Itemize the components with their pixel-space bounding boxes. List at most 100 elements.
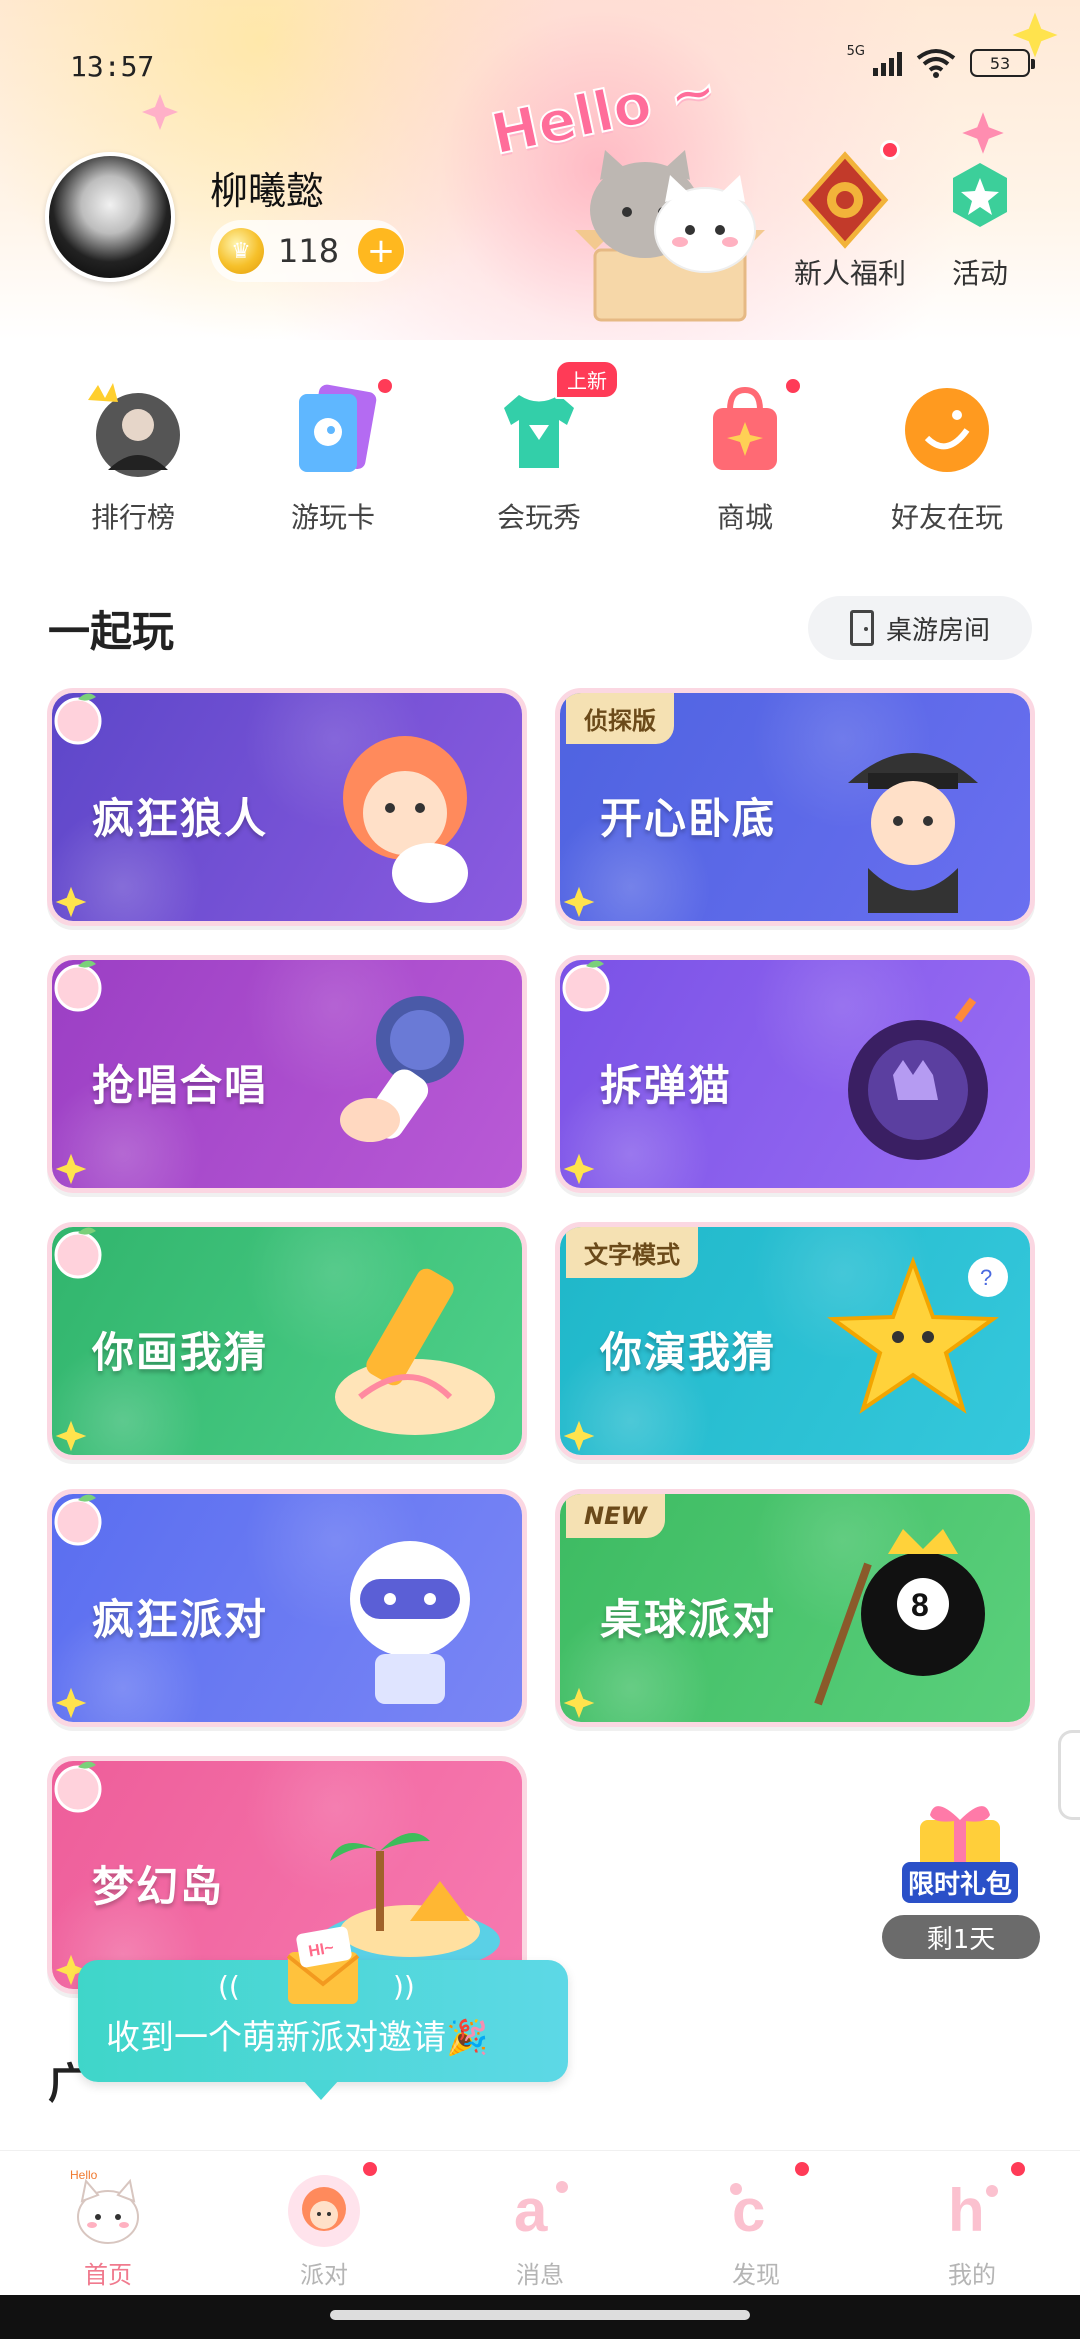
star-icon [563,1687,595,1719]
game-card[interactable]: 疯狂狼人 [47,688,527,926]
game-art-icon: 8 [814,1529,985,1706]
newbie-welfare-icon[interactable] [800,150,890,260]
game-card[interactable]: 开心卧底 侦探版 [555,688,1035,926]
game-title: 疯狂派对 [92,1595,269,1644]
avatar[interactable] [45,152,175,282]
tab-party[interactable]: 派对 [216,2151,432,2295]
tab-profile[interactable]: h 我的 [864,2151,1080,2295]
home-cat-icon: Hello [70,2169,139,2244]
play-card-red-dot [375,376,395,396]
game-title: 拆弹猫 [600,1061,733,1110]
game-title: 你演我猜 [600,1328,777,1377]
game-tag: NEW [566,1494,665,1538]
shortcut-label: 会玩秀 [496,501,581,534]
game-tag: 侦探版 [566,693,674,744]
discover-red-dot [792,2159,812,2179]
party-avatar-icon [288,2175,360,2247]
status-time: 13:57 [70,50,155,83]
limited-gift-label[interactable]: 限时礼包 [902,1862,1019,1903]
door-icon [849,610,874,646]
game-art-icon [340,996,464,1142]
game-title: 开心卧底 [600,794,777,843]
side-drawer-handle[interactable] [1058,1730,1080,1820]
game-title: 抢唱合唱 [92,1061,269,1110]
game-art-icon [343,736,468,903]
game-art-icon: ? [827,1256,1008,1414]
coin-amount: 118 [278,232,340,270]
discover-c-icon: c [730,2177,765,2244]
game-card[interactable]: 拆弹猫 [555,955,1035,1193]
svg-text:h: h [948,2177,985,2244]
welfare-label: 新人福利 [793,257,906,290]
sound-wave-icon: (( [218,1970,240,2003]
shortcut-label: 排行榜 [90,501,175,534]
profile-h-icon: h [948,2177,998,2244]
game-art-icon [848,753,978,913]
star-icon [55,1153,87,1185]
profile-red-dot [1008,2159,1028,2179]
shortcut-label: 商城 [716,501,773,534]
cats-in-box-icon [575,150,765,322]
tab-home[interactable]: Hello 首页 [0,2151,216,2295]
game-title: 梦幻岛 [92,1862,225,1911]
invite-text: 收到一个萌新派对邀请🎉 [106,2018,489,2058]
shortcut-leaderboard[interactable]: 排行榜 [48,380,218,536]
game-card[interactable]: 疯狂派对 [47,1489,527,1727]
svg-text:8: 8 [911,1587,929,1623]
tab-label: 消息 [516,2261,564,2289]
game-title: 你画我猜 [92,1328,269,1377]
star-icon [563,1153,595,1185]
activity-label: 活动 [951,257,1008,290]
svg-text:?: ? [980,1265,992,1290]
shortcut-mall[interactable]: 商城 [660,376,830,536]
coin-balance[interactable]: ♛ 118 + [210,220,405,282]
star-icon [563,886,595,918]
welfare-red-dot [880,140,900,160]
envelope-icon: HI~ [286,1926,360,2004]
sparkle-icon [142,94,178,130]
svg-text:Hello: Hello [70,2169,98,2182]
bottom-tab-bar: Hello 首页 派对 a 消息 c 发现 h 我的 [0,2150,1080,2295]
peach-icon [54,693,102,745]
shortcut-play-card[interactable]: 游玩卡 [248,376,418,536]
network-type: 5G [846,43,865,59]
peach-icon [54,1494,102,1546]
add-coins-button[interactable]: + [358,228,404,274]
shortcut-label: 游玩卡 [290,501,375,534]
tab-messages[interactable]: a 消息 [432,2151,648,2295]
leaderboard-avatar-icon [83,380,184,481]
game-card[interactable]: 抢唱合唱 [47,955,527,1193]
shopping-bag-icon [695,376,803,480]
smiley-icon [897,380,997,480]
gift-timer: 剩1天 [882,1915,1040,1959]
tab-label: 我的 [948,2261,996,2289]
star-icon [1012,12,1058,58]
party-invite-popup[interactable]: (( )) HI~ 收到一个萌新派对邀请🎉 [78,1926,568,2100]
section-title: 一起玩 [48,607,175,656]
tab-discover[interactable]: c 发现 [648,2151,864,2295]
star-icon [55,1420,87,1452]
status-icons: 5G 53 [847,44,1035,78]
game-art-icon [350,1541,470,1704]
game-art-icon [335,1268,495,1435]
peach-icon [54,960,102,1012]
wifi-icon [916,49,956,78]
shortcut-fashion-show[interactable]: 上新 会玩秀 [454,360,624,536]
board-game-room-button[interactable]: 桌游房间 [808,596,1032,660]
game-card[interactable]: 8 桌球派对 NEW [555,1489,1035,1727]
message-a-icon: a [514,2177,568,2244]
new-badge: 上新 [555,360,619,399]
tab-label: 首页 [84,2261,132,2289]
peach-icon [54,1761,102,1813]
peach-icon [54,1227,102,1279]
party-red-dot [360,2159,380,2179]
shortcut-friends-playing[interactable]: 好友在玩 [862,380,1032,536]
home-indicator[interactable] [330,2310,750,2320]
game-card[interactable]: ? 你演我猜 文字模式 [555,1222,1035,1460]
mall-red-dot [783,376,803,396]
game-card[interactable]: 你画我猜 [47,1222,527,1460]
shortcut-label: 好友在玩 [890,501,1003,534]
star-icon [55,886,87,918]
sound-wave-icon: )) [393,1970,415,2003]
activity-icon[interactable] [945,160,1015,230]
